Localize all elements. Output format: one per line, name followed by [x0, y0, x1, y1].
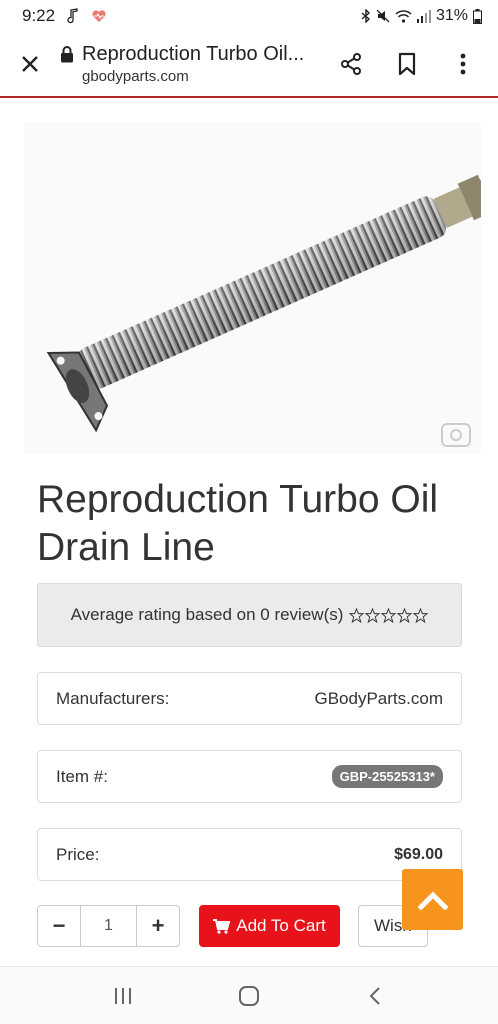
battery-percent: 31%: [435, 7, 468, 24]
item-number-label: Item #:: [56, 766, 108, 786]
back-icon: [369, 986, 380, 1005]
turbo-oil-drain-line-illustration: [24, 122, 481, 454]
rating-text: Average rating based on 0 review(s): [70, 605, 344, 624]
signal-icon: [416, 9, 431, 23]
share-button[interactable]: [328, 41, 374, 87]
price-label: Price:: [56, 844, 100, 864]
star-empty-icon: [365, 607, 381, 623]
more-options-button[interactable]: [440, 41, 486, 87]
quantity-increase-button[interactable]: +: [136, 905, 180, 947]
bookmark-icon: [398, 52, 416, 76]
cart-icon: [213, 918, 231, 934]
star-empty-icon: [349, 607, 365, 623]
url-block[interactable]: Reproduction Turbo Oil... gbodyparts.com: [60, 43, 328, 85]
home-button[interactable]: [219, 971, 279, 1021]
quantity-stepper: − 1 +: [37, 905, 180, 947]
bookmark-button[interactable]: [384, 41, 430, 87]
rating-stars: [349, 607, 429, 623]
scroll-to-top-button[interactable]: [402, 869, 463, 930]
heart-rate-icon: [91, 9, 107, 23]
wifi-icon: [395, 9, 412, 23]
quantity-input[interactable]: 1: [81, 905, 136, 947]
manufacturer-row: Manufacturers: GBodyParts.com: [37, 672, 462, 725]
product-image[interactable]: [24, 122, 481, 454]
chevron-up-icon: [417, 890, 448, 910]
system-navigation-bar: [0, 966, 498, 1024]
manufacturer-label: Manufacturers:: [56, 688, 170, 708]
status-bar: 9:22 31%: [0, 0, 498, 32]
recent-apps-icon: [115, 987, 131, 1004]
quantity-decrease-button[interactable]: −: [37, 905, 81, 947]
add-to-cart-label: Add To Cart: [236, 916, 326, 935]
domain-text: gbodyparts.com: [82, 68, 189, 85]
manufacturer-value[interactable]: GBodyParts.com: [315, 689, 444, 709]
share-icon: [341, 53, 361, 75]
product-title: Reproduction Turbo Oil Drain Line: [37, 478, 439, 569]
recent-apps-button[interactable]: [93, 971, 153, 1021]
star-empty-icon: [381, 607, 397, 623]
rating-summary: Average rating based on 0 review(s): [37, 583, 462, 647]
close-tab-button[interactable]: [0, 34, 60, 94]
star-empty-icon: [413, 607, 429, 623]
battery-icon: [473, 8, 482, 24]
close-icon: [22, 56, 38, 72]
lock-icon: [61, 46, 73, 63]
browser-toolbar: Reproduction Turbo Oil... gbodyparts.com: [0, 32, 498, 98]
more-vert-icon: [460, 53, 466, 75]
item-number-row: Item #: GBP-25525313*: [37, 750, 462, 803]
page-title: Reproduction Turbo Oil...: [82, 43, 305, 65]
home-icon: [239, 985, 259, 1006]
add-to-cart-button[interactable]: Add To Cart: [199, 905, 340, 947]
star-empty-icon: [397, 607, 413, 623]
mute-icon: [376, 9, 390, 23]
music-note-icon: [67, 8, 79, 24]
status-time: 9:22: [22, 6, 56, 25]
price-row: Price: $69.00: [37, 828, 462, 881]
sku-badge: GBP-25525313*: [331, 765, 443, 788]
back-button[interactable]: [345, 971, 405, 1021]
price-value: $69.00: [394, 845, 443, 863]
bluetooth-icon: [361, 9, 371, 23]
